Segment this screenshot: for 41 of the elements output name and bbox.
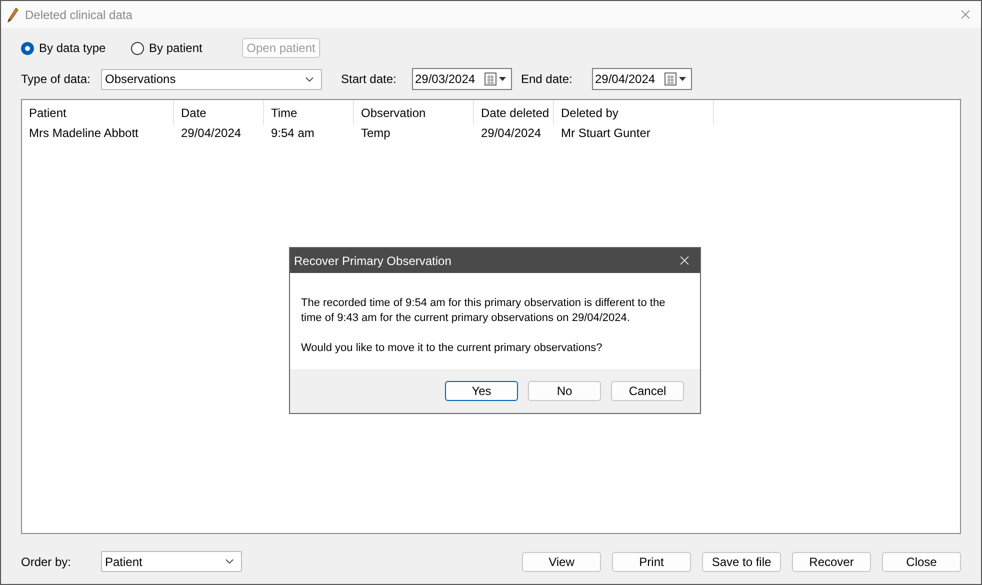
dialog-button[interactable]: No xyxy=(528,381,601,401)
column-header[interactable]: Date deleted xyxy=(474,100,554,125)
radio-button[interactable] xyxy=(21,42,34,54)
column-header[interactable]: Date xyxy=(174,100,264,125)
radio-option[interactable]: By patient xyxy=(131,41,242,55)
dialog-button[interactable]: Yes xyxy=(445,381,518,401)
start-date-label: Start date: xyxy=(341,72,398,86)
radio-label: By patient xyxy=(149,41,202,55)
table-cell-text: 9:54 am xyxy=(270,125,316,141)
type-dropdown[interactable]: Observations xyxy=(101,68,322,90)
table-cell-text: Temp xyxy=(360,125,392,141)
dialog-title: Recover Primary Observation xyxy=(294,254,452,268)
column-header[interactable]: Time xyxy=(264,100,354,125)
start-date-field[interactable]: 29/03/2024 xyxy=(412,68,512,90)
radio-label: By data type xyxy=(39,41,106,55)
column-header[interactable]: Deleted by xyxy=(554,100,714,125)
dialog-question: Would you like to move it to the current primary observations? xyxy=(301,341,604,356)
dialog-button[interactable]: Cancel xyxy=(611,381,684,401)
pencil-icon xyxy=(7,6,19,22)
dialog-message: The recorded time of 9:54 am for this primary observation is different to the time of 9:43 am for the current primary observations on 29/04/2024. xyxy=(301,296,666,326)
end-date-field[interactable]: 29/04/2024 xyxy=(592,68,692,90)
action-button[interactable]: Recover xyxy=(792,552,871,572)
table-cell-text: Mr Stuart Gunter xyxy=(560,125,652,141)
action-button[interactable]: View xyxy=(522,552,601,572)
order-by-label: Order by: xyxy=(21,554,72,568)
radio-button[interactable] xyxy=(131,42,144,54)
table-cell-text: 29/04/2024 xyxy=(180,125,242,141)
action-button[interactable]: Close xyxy=(882,552,961,572)
type-label: Type of data: xyxy=(21,72,92,86)
action-button[interactable]: Save to file xyxy=(702,552,781,572)
window-title: Deleted clinical data xyxy=(25,8,134,22)
action-button[interactable]: Print xyxy=(612,552,691,572)
calendar-dropdown-icon[interactable] xyxy=(484,72,508,86)
radio-option[interactable]: By data type xyxy=(21,41,131,55)
order-by-dropdown[interactable]: Patient xyxy=(101,551,242,572)
calendar-dropdown-icon[interactable] xyxy=(664,72,688,86)
column-header[interactable]: Observation xyxy=(354,100,474,125)
table-cell-text: Mrs Madeline Abbott xyxy=(28,125,140,141)
column-header[interactable]: Patient xyxy=(22,100,174,125)
table-cell-text: 29/04/2024 xyxy=(480,125,542,141)
end-date-label: End date: xyxy=(521,72,574,86)
